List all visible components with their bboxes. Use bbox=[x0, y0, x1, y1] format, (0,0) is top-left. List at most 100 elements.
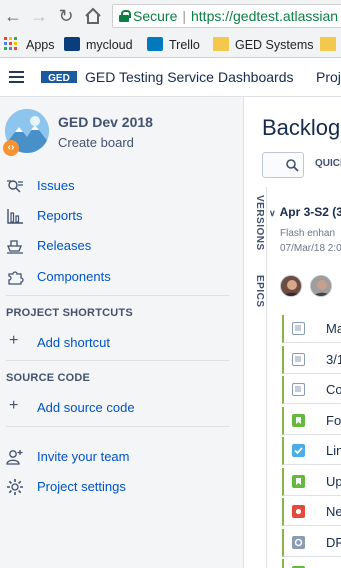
nav-dashboards[interactable]: Dashboards bbox=[218, 69, 294, 85]
divider bbox=[6, 360, 230, 361]
app-title[interactable]: GED Testing Service bbox=[85, 69, 214, 85]
table-row[interactable]: 3/1 bbox=[282, 345, 341, 374]
releases-icon bbox=[6, 237, 24, 255]
issue-title: Lin bbox=[326, 443, 341, 458]
home-icon[interactable] bbox=[82, 5, 104, 27]
add-person-icon bbox=[6, 448, 24, 466]
task-icon bbox=[292, 352, 305, 366]
bookmark-label: Apps bbox=[26, 38, 55, 52]
back-icon[interactable]: ← bbox=[2, 5, 24, 27]
bookmark-trello[interactable]: Trello bbox=[147, 36, 200, 54]
sidebar-item-label: Components bbox=[37, 269, 111, 284]
tab-versions[interactable]: VERSIONS bbox=[247, 195, 265, 251]
gear-icon bbox=[6, 478, 24, 496]
nav-projects[interactable]: Proje bbox=[316, 69, 341, 85]
bookmark-mycloud[interactable]: mycloud bbox=[64, 36, 133, 54]
bookmark-label: mycloud bbox=[86, 38, 133, 52]
bookmark-apps[interactable]: Apps bbox=[4, 36, 55, 54]
issue-title: Ne bbox=[326, 504, 341, 519]
issue-title: Co bbox=[326, 382, 341, 397]
sidebar-item-label: Releases bbox=[37, 238, 92, 253]
trello-icon bbox=[147, 37, 163, 51]
bookmark-label: GED Systems bbox=[235, 38, 314, 52]
bug-icon bbox=[292, 505, 305, 518]
table-row[interactable]: Ne bbox=[282, 498, 341, 526]
sidebar-item-label: Issues bbox=[37, 178, 75, 193]
sidebar-item-components[interactable]: Components bbox=[0, 263, 244, 291]
address-bar[interactable]: Secure | https://gedtest.atlassian bbox=[112, 4, 341, 28]
app-header: GED GED Testing Service Dashboards Proje bbox=[0, 59, 341, 97]
issue-title: Fo bbox=[326, 412, 341, 428]
project-type-icon: ‹› bbox=[3, 140, 19, 156]
plus-icon: + bbox=[9, 332, 19, 349]
search-input[interactable] bbox=[262, 152, 304, 178]
side-panel-tabs: VERSIONS EPICS bbox=[245, 187, 267, 568]
bookmark-ged-systems[interactable]: GED Systems bbox=[213, 36, 314, 54]
sidebar-item-reports[interactable]: Reports bbox=[0, 202, 244, 230]
invite-team-label: Invite your team bbox=[37, 449, 130, 464]
sprint-header[interactable]: ∨ Apr 3-S2 (3 bbox=[269, 205, 341, 219]
mycloud-icon bbox=[64, 37, 80, 51]
issue-title: 3/1 bbox=[326, 351, 341, 367]
add-shortcut-button[interactable]: + Add shortcut bbox=[0, 329, 244, 357]
divider bbox=[6, 426, 230, 427]
bookmark-label: Trello bbox=[169, 38, 200, 52]
ged-logo-icon[interactable]: GED bbox=[41, 69, 77, 87]
bookmark-folder[interactable] bbox=[320, 36, 341, 54]
folder-icon bbox=[213, 37, 229, 51]
project-sidebar: ‹› GED Dev 2018 Create board Issues Repo… bbox=[0, 97, 244, 568]
backlog-main: Backlog QUICK VERSIONS EPICS ∨Apr 3-S2 (… bbox=[245, 97, 341, 568]
sprint-goal: Flash enhan bbox=[280, 228, 336, 239]
table-row[interactable]: Lin bbox=[282, 437, 341, 465]
invite-team-button[interactable]: Invite your team bbox=[0, 443, 244, 471]
chevron-down-icon: ∨ bbox=[269, 208, 276, 218]
reports-icon bbox=[6, 207, 24, 225]
components-icon bbox=[6, 268, 24, 286]
tab-epics[interactable]: EPICS bbox=[247, 275, 265, 308]
table-row[interactable]: Co bbox=[282, 376, 341, 404]
avatar[interactable] bbox=[310, 275, 332, 297]
issue-title: DR bbox=[326, 534, 341, 550]
shortcuts-section-title: PROJECT SHORTCUTS bbox=[6, 307, 133, 319]
subtask-icon bbox=[292, 535, 305, 549]
issue-title: Ma bbox=[326, 321, 341, 336]
avatar[interactable] bbox=[280, 275, 302, 297]
bookmarks-bar: Apps mycloud Trello GED Systems bbox=[0, 32, 341, 58]
issue-title: Up bbox=[326, 473, 341, 489]
sidebar-item-issues[interactable]: Issues bbox=[0, 172, 244, 200]
add-source-code-label: Add source code bbox=[37, 400, 135, 415]
folder-icon bbox=[320, 37, 336, 51]
create-board-link[interactable]: Create board bbox=[58, 135, 134, 150]
table-row[interactable]: Ma bbox=[282, 315, 341, 343]
task-icon bbox=[292, 383, 305, 396]
table-row[interactable]: DR bbox=[282, 528, 341, 557]
secure-label: Secure bbox=[133, 8, 178, 24]
sidebar-item-releases[interactable]: Releases bbox=[0, 232, 244, 260]
plus-icon: + bbox=[9, 397, 19, 414]
project-settings-label: Project settings bbox=[37, 479, 126, 494]
url-text: https://gedtest.atlassian bbox=[191, 8, 339, 24]
forward-icon[interactable]: → bbox=[28, 5, 50, 27]
story-icon bbox=[292, 413, 305, 427]
svg-text:GED: GED bbox=[48, 73, 70, 84]
reload-icon[interactable]: ↻ bbox=[55, 5, 77, 27]
lock-icon bbox=[119, 10, 131, 22]
page-title: Backlog bbox=[262, 115, 341, 140]
sidebar-item-label: Reports bbox=[37, 208, 83, 223]
sprint-title: Apr 3-S2 (3 bbox=[279, 205, 341, 219]
story-icon bbox=[292, 474, 305, 488]
table-row[interactable]: Up bbox=[282, 467, 341, 496]
checkbox-icon bbox=[292, 444, 305, 457]
browser-toolbar: ← → ↻ Secure | https://gedtest.atlassian bbox=[0, 0, 341, 32]
add-source-code-button[interactable]: + Add source code bbox=[0, 394, 244, 422]
project-name[interactable]: GED Dev 2018 bbox=[58, 114, 153, 130]
table-row[interactable]: Fo bbox=[282, 406, 341, 435]
sprint-dates: 07/Mar/18 2:0 bbox=[280, 243, 341, 254]
menu-icon[interactable] bbox=[9, 71, 24, 83]
quick-filters-label: QUICK bbox=[315, 158, 341, 169]
apps-grid-icon bbox=[4, 37, 20, 51]
table-row[interactable]: Co bbox=[282, 559, 341, 568]
source-code-section-title: SOURCE CODE bbox=[6, 372, 91, 384]
project-settings-button[interactable]: Project settings bbox=[0, 473, 244, 501]
divider bbox=[6, 295, 230, 296]
